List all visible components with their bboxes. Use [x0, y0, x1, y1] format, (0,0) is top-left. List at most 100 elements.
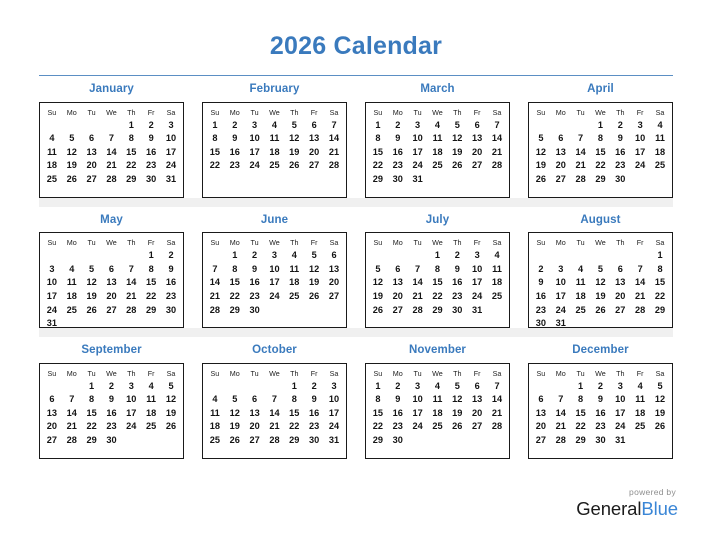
day-cell[interactable]: 15: [428, 276, 448, 290]
day-cell[interactable]: 2: [531, 263, 551, 277]
day-cell[interactable]: 8: [650, 263, 670, 277]
day-cell[interactable]: 29: [368, 173, 388, 187]
day-cell[interactable]: 24: [551, 303, 571, 317]
day-cell[interactable]: 23: [531, 303, 551, 317]
day-cell[interactable]: 9: [161, 263, 181, 277]
day-cell[interactable]: 11: [428, 132, 448, 146]
day-cell[interactable]: 1: [368, 119, 388, 133]
day-cell[interactable]: 25: [630, 420, 650, 434]
day-cell[interactable]: 12: [447, 132, 467, 146]
day-cell[interactable]: 12: [531, 146, 551, 160]
month-block-november[interactable]: November Su Mo Tu We Th Fr Sa 1 2 3 4 5 6 7 8 9 10 11 12 13 1…: [365, 337, 510, 459]
day-cell[interactable]: 15: [141, 276, 161, 290]
day-cell[interactable]: 30: [610, 173, 630, 187]
day-cell[interactable]: 1: [141, 249, 161, 263]
day-cell[interactable]: 18: [428, 146, 448, 160]
day-cell[interactable]: 7: [408, 263, 428, 277]
day-cell[interactable]: 20: [324, 276, 344, 290]
day-cell[interactable]: 18: [630, 407, 650, 421]
day-cell[interactable]: 26: [304, 290, 324, 304]
day-cell[interactable]: 30: [447, 303, 467, 317]
month-block-august[interactable]: August Su Mo Tu We Th Fr Sa 1 2 3 4 5 6 7 8 9 10 11 12 13 14 1…: [528, 207, 673, 328]
day-cell[interactable]: 15: [650, 276, 670, 290]
day-cell[interactable]: 21: [551, 420, 571, 434]
day-cell[interactable]: 12: [591, 276, 611, 290]
month-block-may[interactable]: May Su Mo Tu We Th Fr Sa 1 2 3 4 5 6 7 8 9 10 11 12 13 14 15 16…: [39, 207, 184, 331]
day-cell[interactable]: 20: [388, 290, 408, 304]
day-cell[interactable]: 31: [42, 317, 62, 331]
day-cell[interactable]: 3: [324, 380, 344, 394]
day-cell[interactable]: 21: [408, 290, 428, 304]
day-cell[interactable]: 20: [551, 159, 571, 173]
day-cell[interactable]: 27: [610, 303, 630, 317]
day-cell[interactable]: 28: [551, 434, 571, 448]
day-cell[interactable]: 3: [408, 380, 428, 394]
day-cell[interactable]: 15: [368, 407, 388, 421]
day-cell[interactable]: 10: [551, 276, 571, 290]
day-cell[interactable]: 2: [388, 380, 408, 394]
day-cell[interactable]: 16: [304, 407, 324, 421]
day-cell[interactable]: 18: [265, 146, 285, 160]
day-cell[interactable]: 10: [467, 263, 487, 277]
day-cell[interactable]: 18: [141, 407, 161, 421]
day-cell[interactable]: 19: [225, 420, 245, 434]
day-cell[interactable]: 4: [428, 380, 448, 394]
day-cell[interactable]: 26: [62, 173, 82, 187]
day-cell[interactable]: 15: [225, 276, 245, 290]
day-cell[interactable]: 9: [141, 132, 161, 146]
day-cell[interactable]: 21: [571, 159, 591, 173]
day-cell[interactable]: 20: [467, 407, 487, 421]
day-cell[interactable]: 1: [650, 249, 670, 263]
day-cell[interactable]: 23: [245, 290, 265, 304]
day-cell[interactable]: 5: [447, 119, 467, 133]
day-cell[interactable]: 6: [610, 263, 630, 277]
day-cell[interactable]: 22: [591, 159, 611, 173]
day-cell[interactable]: 21: [265, 420, 285, 434]
month-block-september[interactable]: September Su Mo Tu We Th Fr Sa 1 2 3 4 5 6 7 8 9 10 11 12 13…: [39, 337, 184, 459]
day-cell[interactable]: 1: [571, 380, 591, 394]
day-cell[interactable]: 7: [324, 119, 344, 133]
day-cell[interactable]: 14: [571, 146, 591, 160]
day-cell[interactable]: 10: [408, 132, 428, 146]
day-cell[interactable]: 10: [265, 263, 285, 277]
day-cell[interactable]: 27: [42, 434, 62, 448]
day-cell[interactable]: 16: [591, 407, 611, 421]
day-cell[interactable]: 17: [551, 290, 571, 304]
day-cell[interactable]: 5: [161, 380, 181, 394]
day-cell[interactable]: 8: [368, 132, 388, 146]
day-cell[interactable]: 4: [650, 119, 670, 133]
day-cell[interactable]: 29: [428, 303, 448, 317]
day-cell[interactable]: 22: [571, 420, 591, 434]
day-cell[interactable]: 8: [368, 393, 388, 407]
day-cell[interactable]: 6: [324, 249, 344, 263]
day-cell[interactable]: 2: [141, 119, 161, 133]
day-cell[interactable]: 24: [42, 303, 62, 317]
day-cell[interactable]: 1: [428, 249, 448, 263]
day-cell[interactable]: 18: [205, 420, 225, 434]
day-cell[interactable]: 25: [62, 303, 82, 317]
day-cell[interactable]: 25: [205, 434, 225, 448]
day-cell[interactable]: 22: [650, 290, 670, 304]
day-cell[interactable]: 29: [82, 434, 102, 448]
day-cell[interactable]: 7: [571, 132, 591, 146]
day-cell[interactable]: 15: [591, 146, 611, 160]
day-cell[interactable]: 20: [467, 146, 487, 160]
day-cell[interactable]: 21: [487, 146, 507, 160]
day-cell[interactable]: 13: [610, 276, 630, 290]
day-cell[interactable]: 28: [408, 303, 428, 317]
month-block-july[interactable]: July Su Mo Tu We Th Fr Sa 1 2 3 4 5 6 7 8 9 10 11 12 13 14 15 1…: [365, 207, 510, 328]
day-cell[interactable]: 19: [591, 290, 611, 304]
day-cell[interactable]: 5: [591, 263, 611, 277]
day-cell[interactable]: 23: [447, 290, 467, 304]
day-cell[interactable]: 3: [630, 119, 650, 133]
day-cell[interactable]: 31: [161, 173, 181, 187]
day-cell[interactable]: 30: [388, 434, 408, 448]
day-cell[interactable]: 16: [141, 146, 161, 160]
day-cell[interactable]: 18: [42, 159, 62, 173]
day-cell[interactable]: 10: [121, 393, 141, 407]
day-cell[interactable]: 2: [161, 249, 181, 263]
day-cell[interactable]: 11: [42, 146, 62, 160]
day-cell[interactable]: 23: [141, 159, 161, 173]
day-cell[interactable]: 23: [388, 159, 408, 173]
day-cell[interactable]: 21: [205, 290, 225, 304]
